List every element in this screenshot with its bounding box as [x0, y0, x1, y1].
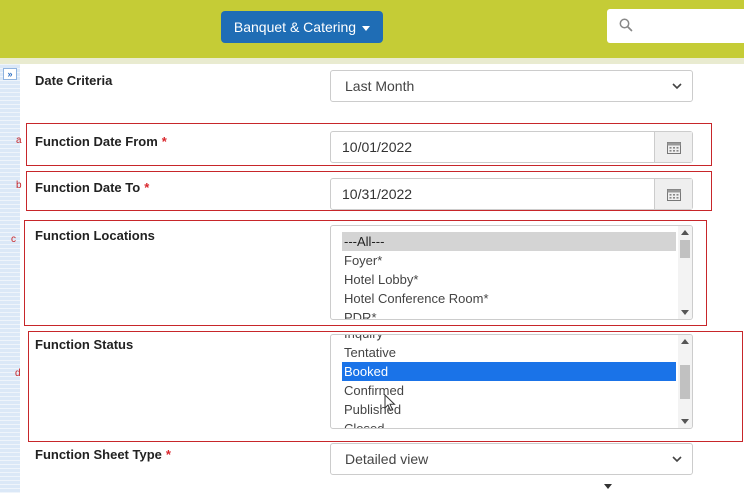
calendar-icon [666, 141, 681, 154]
status-scrollbar[interactable] [678, 335, 692, 428]
calendar-button[interactable] [654, 132, 692, 162]
required-marker: * [144, 180, 150, 195]
function-status-label: Function Status [35, 337, 133, 352]
status-option[interactable]: Closed [342, 419, 676, 428]
scroll-down-icon[interactable] [681, 419, 689, 424]
scroll-up-icon[interactable] [681, 339, 689, 344]
date-criteria-value: Last Month [345, 78, 415, 94]
annotation-letter-a: a [16, 135, 22, 146]
date-criteria-label-text: Date Criteria [35, 73, 113, 88]
function-date-from-label-text: Function Date From [35, 134, 158, 149]
date-criteria-label: Date Criteria [35, 73, 112, 88]
location-option[interactable]: Hotel Lobby* [342, 270, 676, 289]
function-date-to-input[interactable]: 10/31/2022 [330, 178, 693, 210]
function-status-listbox[interactable]: Inquiry Tentative Booked Confirmed Publi… [330, 334, 693, 429]
function-date-from-label: Function Date From * [35, 134, 167, 149]
required-marker: * [161, 134, 167, 149]
location-option[interactable]: Hotel Conference Room* [342, 289, 676, 308]
function-sheet-type-label: Function Sheet Type * [35, 447, 171, 462]
function-sheet-type-select[interactable]: Detailed view [330, 443, 693, 475]
annotation-letter-b: b [16, 180, 22, 191]
caret-down-icon [604, 484, 612, 489]
search-input[interactable] [607, 9, 744, 43]
function-sheet-type-label-text: Function Sheet Type [35, 447, 162, 462]
function-sheet-type-value: Detailed view [345, 451, 429, 467]
annotation-letter-d: d [15, 368, 21, 379]
side-panel-strip [0, 64, 20, 493]
annotation-letter-c: c [11, 234, 16, 245]
chevron-down-icon [672, 83, 682, 90]
menu-button-label: Banquet & Catering [233, 19, 357, 35]
location-option[interactable]: ---All--- [342, 232, 676, 251]
function-date-to-label: Function Date To * [35, 180, 149, 195]
search-icon [619, 18, 633, 32]
expand-icon[interactable]: » [3, 68, 17, 80]
function-locations-listbox[interactable]: ---All--- Foyer* Hotel Lobby* Hotel Conf… [330, 225, 693, 320]
function-status-label-text: Function Status [35, 337, 134, 352]
location-option[interactable]: Foyer* [342, 251, 676, 270]
location-option[interactable]: PDR* [342, 308, 676, 319]
status-option[interactable]: Inquiry [342, 335, 676, 343]
function-date-to-value: 10/31/2022 [342, 186, 413, 202]
date-criteria-select[interactable]: Last Month [330, 70, 693, 102]
function-locations-label-text: Function Locations [35, 228, 155, 243]
function-date-to-label-text: Function Date To [35, 180, 141, 195]
header-divider [0, 58, 744, 64]
function-locations-label: Function Locations [35, 228, 155, 243]
status-option-selected[interactable]: Booked [342, 362, 676, 381]
top-bar: Banquet & Catering [0, 0, 744, 58]
banquet-catering-menu-button[interactable]: Banquet & Catering [221, 11, 383, 43]
calendar-button[interactable] [654, 179, 692, 209]
calendar-icon [666, 188, 681, 201]
function-date-from-value: 10/01/2022 [342, 139, 413, 155]
cursor-icon [384, 394, 396, 412]
required-marker: * [165, 447, 171, 462]
function-date-from-input[interactable]: 10/01/2022 [330, 131, 693, 163]
caret-down-icon [362, 25, 371, 31]
chevron-down-icon [672, 456, 682, 463]
scrollbar-thumb[interactable] [680, 240, 690, 258]
scroll-down-icon[interactable] [681, 310, 689, 315]
scrollbar-thumb[interactable] [680, 365, 690, 399]
scroll-up-icon[interactable] [681, 230, 689, 235]
locations-scrollbar[interactable] [678, 226, 692, 319]
status-option[interactable]: Tentative [342, 343, 676, 362]
